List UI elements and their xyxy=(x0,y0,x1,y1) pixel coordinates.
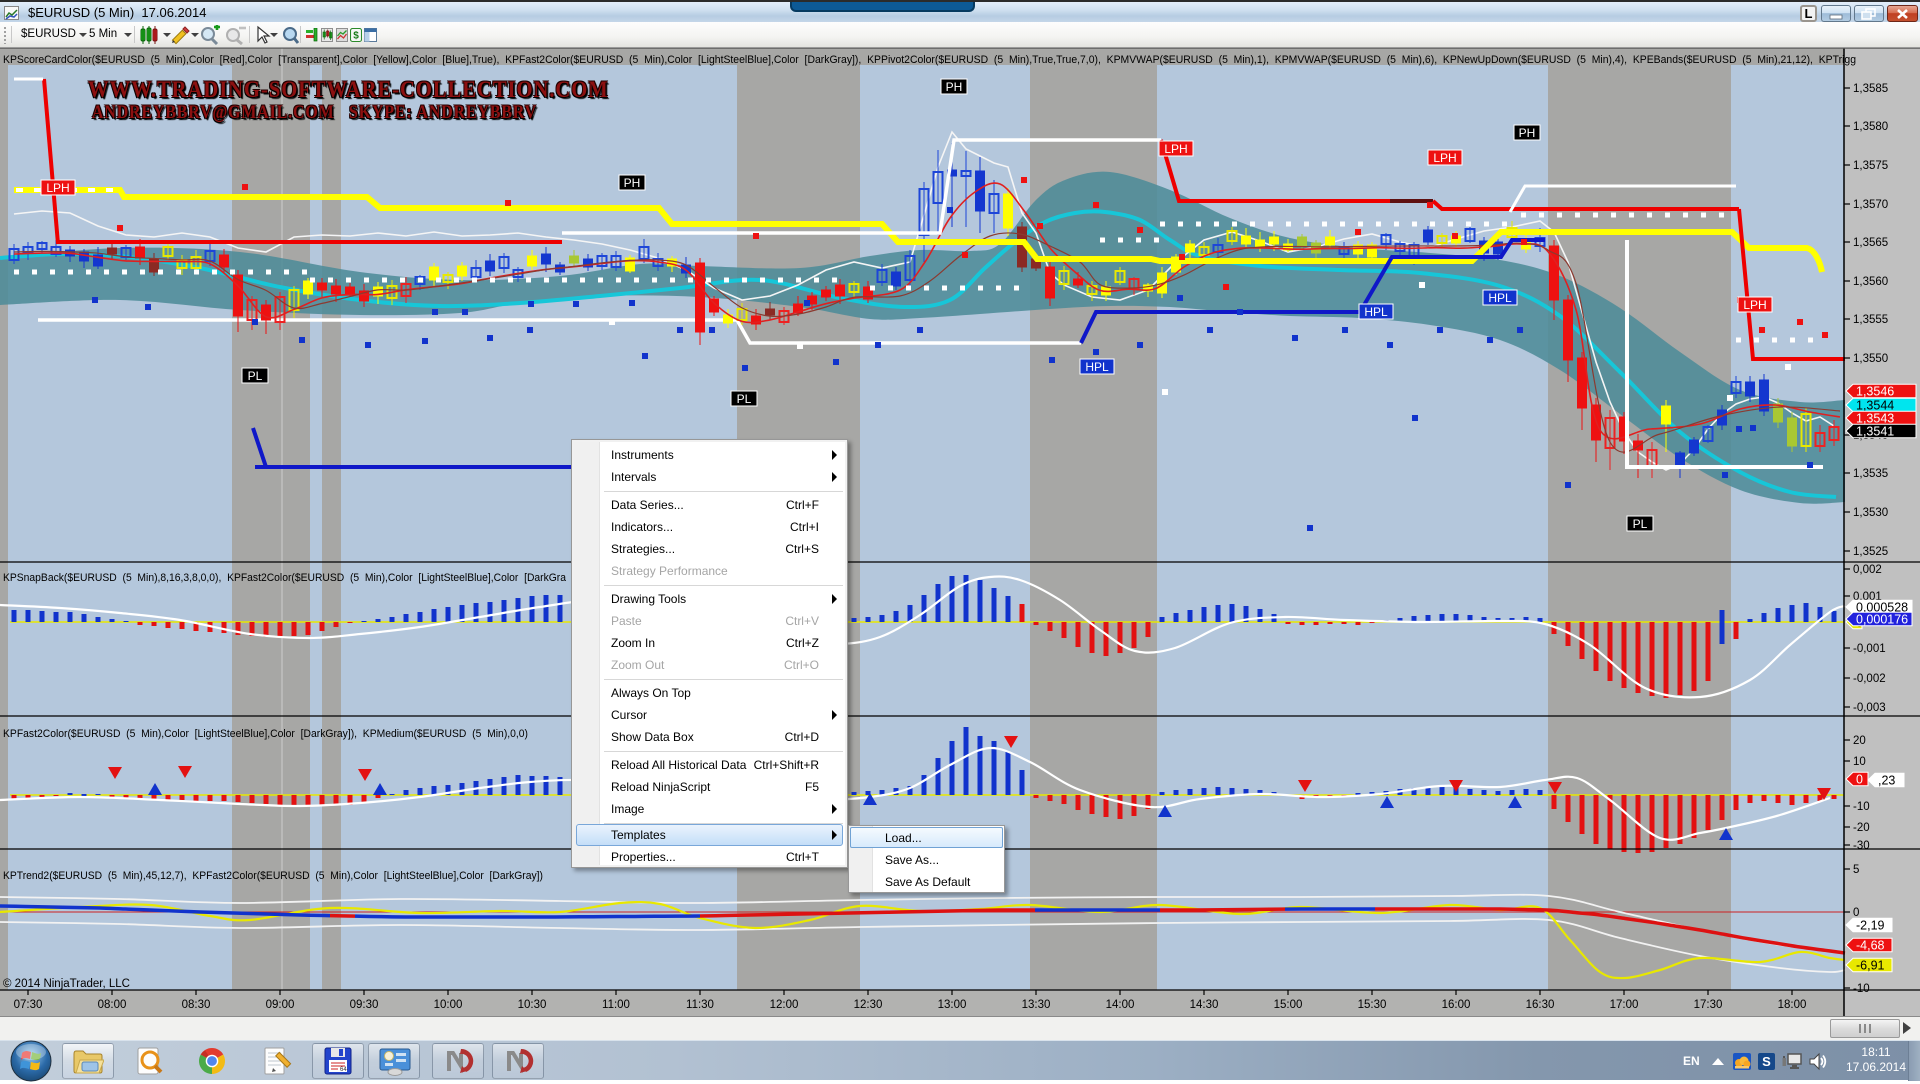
svg-text:HPL: HPL xyxy=(1488,291,1512,305)
svg-text:16:30: 16:30 xyxy=(1526,999,1555,1011)
svg-text:15:30: 15:30 xyxy=(1358,999,1387,1011)
svg-text:18:00: 18:00 xyxy=(1778,999,1807,1011)
svg-text:1,3525: 1,3525 xyxy=(1853,546,1888,558)
svg-text:1,3543: 1,3543 xyxy=(1856,412,1894,426)
svg-text:08:00: 08:00 xyxy=(98,999,127,1011)
svg-text:0: 0 xyxy=(1856,773,1863,787)
svg-text:1,3555: 1,3555 xyxy=(1853,314,1888,326)
svg-text:-0,002: -0,002 xyxy=(1853,673,1886,685)
svg-text:1,3535: 1,3535 xyxy=(1853,468,1888,480)
svg-text:1,3575: 1,3575 xyxy=(1853,160,1888,172)
svg-text:KPSnapBack($EURUSD (5 Min),8: KPSnapBack($EURUSD (5 Min),8,16,3,8,0,0)… xyxy=(3,572,567,584)
svg-text:-2,19: -2,19 xyxy=(1856,919,1885,933)
svg-text:0,002: 0,002 xyxy=(1853,564,1882,576)
svg-text:1,3530: 1,3530 xyxy=(1853,507,1888,519)
svg-text:1,3546: 1,3546 xyxy=(1856,385,1894,399)
svg-text:-4,68: -4,68 xyxy=(1856,939,1885,953)
svg-text:12:30: 12:30 xyxy=(854,999,883,1011)
svg-text:10:30: 10:30 xyxy=(518,999,547,1011)
svg-text:13:00: 13:00 xyxy=(938,999,967,1011)
svg-text:17:00: 17:00 xyxy=(1610,999,1639,1011)
svg-text:13:30: 13:30 xyxy=(1022,999,1051,1011)
svg-text:1,3550: 1,3550 xyxy=(1853,353,1888,365)
svg-text:,23: ,23 xyxy=(1878,774,1895,788)
svg-text:0: 0 xyxy=(1853,907,1859,919)
svg-text:HPL: HPL xyxy=(1085,360,1109,374)
svg-text:-0,003: -0,003 xyxy=(1853,702,1886,714)
svg-text:1,3585: 1,3585 xyxy=(1853,83,1888,95)
svg-text:PL: PL xyxy=(737,392,752,406)
svg-text:-0,001: -0,001 xyxy=(1853,643,1886,655)
svg-text:11:00: 11:00 xyxy=(602,999,630,1011)
svg-text:-30: -30 xyxy=(1853,840,1870,852)
svg-text:0,000176: 0,000176 xyxy=(1856,613,1908,627)
svg-text:10: 10 xyxy=(1853,756,1866,768)
svg-text:1,3541: 1,3541 xyxy=(1856,425,1894,439)
svg-text:11:30: 11:30 xyxy=(686,999,714,1011)
svg-text:1,3580: 1,3580 xyxy=(1853,121,1888,133)
svg-text:LPH: LPH xyxy=(46,181,69,195)
svg-text:S: S xyxy=(1762,1054,1771,1069)
svg-text:© 2014 NinjaTrader, LLC: © 2014 NinjaTrader, LLC xyxy=(3,978,130,990)
svg-text:07:30: 07:30 xyxy=(14,999,43,1011)
svg-text:08:30: 08:30 xyxy=(182,999,211,1011)
svg-text:10:00: 10:00 xyxy=(434,999,463,1011)
svg-text:16:00: 16:00 xyxy=(1442,999,1471,1011)
svg-text:-10: -10 xyxy=(1853,983,1870,995)
svg-text:$: $ xyxy=(353,31,359,42)
svg-text:1,3560: 1,3560 xyxy=(1853,276,1888,288)
svg-text:KPTrend2($EURUSD (5 Min),45,: KPTrend2($EURUSD (5 Min),45,12,7), KPFas… xyxy=(3,870,543,882)
svg-text:LPH: LPH xyxy=(1164,142,1187,156)
svg-text:17:30: 17:30 xyxy=(1694,999,1723,1011)
svg-text:09:30: 09:30 xyxy=(350,999,379,1011)
svg-text:KPFast2Color($EURUSD (5 Min): KPFast2Color($EURUSD (5 Min),Color [Ligh… xyxy=(3,728,528,740)
svg-text:14:30: 14:30 xyxy=(1190,999,1219,1011)
svg-text:-20: -20 xyxy=(1853,822,1870,834)
svg-text:1,3565: 1,3565 xyxy=(1853,237,1888,249)
svg-text:KPScoreCardColor($EURUSD (5: KPScoreCardColor($EURUSD (5 Min),Color [… xyxy=(3,54,1856,66)
svg-text:-10: -10 xyxy=(1853,801,1870,813)
svg-text:20: 20 xyxy=(1853,735,1866,747)
svg-text:-6,91: -6,91 xyxy=(1856,959,1885,973)
svg-text:PL: PL xyxy=(248,369,263,383)
svg-text:PL: PL xyxy=(1633,517,1648,531)
svg-text:1,3570: 1,3570 xyxy=(1853,199,1888,211)
svg-text:LPH: LPH xyxy=(1743,298,1766,312)
svg-text:09:00: 09:00 xyxy=(266,999,295,1011)
svg-text:15:00: 15:00 xyxy=(1274,999,1303,1011)
svg-text:PH: PH xyxy=(946,80,963,94)
svg-text:12:00: 12:00 xyxy=(770,999,799,1011)
svg-text:PH: PH xyxy=(624,176,641,190)
svg-text:HPL: HPL xyxy=(1364,305,1388,319)
svg-text:PH: PH xyxy=(1519,126,1536,140)
svg-text:5: 5 xyxy=(1853,864,1859,876)
svg-text:14:00: 14:00 xyxy=(1106,999,1135,1011)
svg-text:LPH: LPH xyxy=(1433,151,1456,165)
svg-text:1,3544: 1,3544 xyxy=(1856,399,1894,413)
